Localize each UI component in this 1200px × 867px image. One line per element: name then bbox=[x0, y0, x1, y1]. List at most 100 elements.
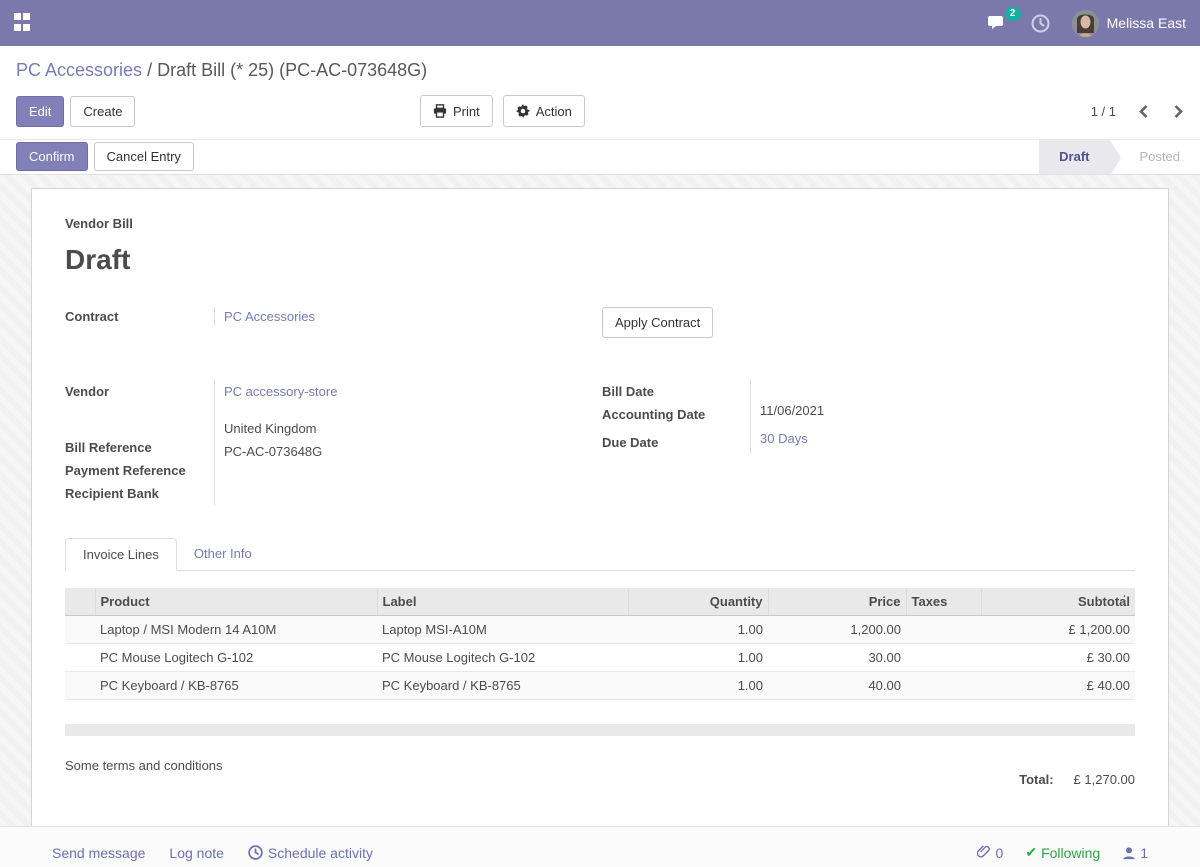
confirm-button[interactable]: Confirm bbox=[16, 142, 88, 171]
col-header-label[interactable]: Label bbox=[377, 588, 628, 616]
table-row[interactable]: PC Mouse Logitech G-102 PC Mouse Logitec… bbox=[65, 643, 1135, 671]
cell-label[interactable]: PC Mouse Logitech G-102 bbox=[377, 643, 628, 671]
breadcrumb-separator: / bbox=[147, 60, 152, 80]
attachment-count: 0 bbox=[996, 845, 1004, 861]
check-icon: ✔ bbox=[1025, 844, 1037, 861]
col-header-subtotal[interactable]: Subtotal ⋮ bbox=[981, 588, 1135, 616]
vendor-value-link[interactable]: PC accessory-store bbox=[224, 384, 337, 399]
document-state-title: Draft bbox=[65, 244, 1135, 276]
cell-price[interactable]: 30.00 bbox=[768, 643, 906, 671]
col-header-quantity[interactable]: Quantity bbox=[628, 588, 768, 616]
contract-value-link[interactable]: PC Accessories bbox=[224, 309, 315, 324]
pager-next-icon[interactable] bbox=[1173, 104, 1184, 119]
cell-taxes[interactable] bbox=[906, 643, 981, 671]
table-horizontal-scrollbar[interactable] bbox=[65, 724, 1135, 736]
schedule-clock-icon bbox=[248, 845, 263, 860]
attachments-button[interactable]: 0 bbox=[977, 845, 1004, 861]
col-header-taxes[interactable]: Taxes bbox=[906, 588, 981, 616]
pager-previous-icon[interactable] bbox=[1138, 104, 1149, 119]
user-menu[interactable]: Melissa East bbox=[1072, 10, 1186, 37]
followers-button[interactable]: 1 bbox=[1122, 845, 1148, 861]
paperclip-icon bbox=[977, 845, 992, 861]
control-panel: PC Accessories / Draft Bill (* 25) (PC-A… bbox=[0, 46, 1200, 139]
pager-counter: 1 / 1 bbox=[1091, 104, 1116, 119]
cell-label[interactable]: Laptop MSI-A10M bbox=[377, 615, 628, 643]
avatar bbox=[1072, 10, 1099, 37]
follower-person-icon bbox=[1122, 846, 1136, 860]
log-note-button[interactable]: Log note bbox=[169, 845, 224, 861]
accounting-date-label: Accounting Date bbox=[602, 403, 750, 426]
vendor-label: Vendor bbox=[65, 380, 214, 403]
cell-price[interactable]: 40.00 bbox=[768, 671, 906, 699]
due-date-label: Due Date bbox=[602, 431, 750, 454]
cell-quantity[interactable]: 1.00 bbox=[628, 671, 768, 699]
edit-button[interactable]: Edit bbox=[16, 96, 64, 127]
handle-column-header bbox=[65, 588, 95, 616]
cancel-entry-button[interactable]: Cancel Entry bbox=[94, 142, 194, 171]
following-toggle[interactable]: ✔ Following bbox=[1025, 844, 1100, 861]
cell-taxes[interactable] bbox=[906, 671, 981, 699]
apply-contract-button[interactable]: Apply Contract bbox=[602, 307, 713, 338]
breadcrumb-current: Draft Bill (* 25) (PC-AC-073648G) bbox=[157, 60, 427, 80]
cell-subtotal[interactable]: £ 30.00 bbox=[981, 643, 1135, 671]
cell-taxes[interactable] bbox=[906, 615, 981, 643]
contract-label: Contract bbox=[65, 307, 214, 326]
table-row[interactable]: Laptop / MSI Modern 14 A10M Laptop MSI-A… bbox=[65, 615, 1135, 643]
print-button[interactable]: Print bbox=[420, 95, 493, 127]
optional-columns-icon[interactable]: ⋮ bbox=[1118, 593, 1131, 609]
message-count-badge: 2 bbox=[1005, 7, 1021, 21]
statusbar: Confirm Cancel Entry Draft Posted bbox=[0, 139, 1200, 175]
cell-quantity[interactable]: 1.00 bbox=[628, 615, 768, 643]
payment-reference-value bbox=[224, 463, 602, 482]
bill-date-label: Bill Date bbox=[602, 380, 750, 403]
top-navbar: 2 Melissa East bbox=[0, 0, 1200, 46]
cell-product[interactable]: PC Keyboard / KB-8765 bbox=[95, 671, 377, 699]
document-type-label: Vendor Bill bbox=[65, 216, 1135, 231]
status-step-posted[interactable]: Posted bbox=[1110, 140, 1200, 174]
action-button[interactable]: Action bbox=[503, 95, 585, 127]
col-header-price[interactable]: Price bbox=[768, 588, 906, 616]
create-button[interactable]: Create bbox=[70, 96, 135, 127]
messages-icon[interactable]: 2 bbox=[987, 14, 1009, 32]
action-label: Action bbox=[536, 105, 572, 118]
cell-label[interactable]: PC Keyboard / KB-8765 bbox=[377, 671, 628, 699]
activities-clock-icon[interactable] bbox=[1031, 14, 1050, 33]
apps-menu-icon[interactable] bbox=[14, 13, 34, 33]
print-label: Print bbox=[453, 105, 480, 118]
chatter-toolbar: Send message Log note Schedule activity … bbox=[0, 826, 1200, 867]
total-label: Total: bbox=[1019, 772, 1053, 787]
table-row[interactable]: PC Keyboard / KB-8765 PC Keyboard / KB-8… bbox=[65, 671, 1135, 699]
accounting-date-value: 11/06/2021 bbox=[760, 399, 1135, 422]
breadcrumb-parent-link[interactable]: PC Accessories bbox=[16, 60, 142, 80]
cell-product[interactable]: Laptop / MSI Modern 14 A10M bbox=[95, 615, 377, 643]
tab-other-info[interactable]: Other Info bbox=[177, 538, 269, 570]
status-states: Draft Posted bbox=[1039, 140, 1200, 174]
tab-invoice-lines[interactable]: Invoice Lines bbox=[65, 538, 177, 571]
schedule-activity-button[interactable]: Schedule activity bbox=[248, 845, 373, 861]
total-value: £ 1,270.00 bbox=[1074, 772, 1135, 787]
vendor-country: United Kingdom bbox=[224, 417, 602, 440]
cell-product[interactable]: PC Mouse Logitech G-102 bbox=[95, 643, 377, 671]
due-date-value-link[interactable]: 30 Days bbox=[760, 431, 808, 446]
terms-and-conditions: Some terms and conditions bbox=[65, 758, 223, 787]
bill-date-value bbox=[760, 380, 1135, 399]
send-message-button[interactable]: Send message bbox=[52, 845, 145, 861]
bill-reference-label: Bill Reference bbox=[65, 436, 214, 459]
status-step-draft[interactable]: Draft bbox=[1039, 140, 1109, 174]
payment-reference-label: Payment Reference bbox=[65, 459, 214, 482]
notebook-tabs: Invoice Lines Other Info bbox=[65, 538, 1135, 571]
printer-icon bbox=[433, 104, 447, 118]
cell-quantity[interactable]: 1.00 bbox=[628, 643, 768, 671]
cell-subtotal[interactable]: £ 1,200.00 bbox=[981, 615, 1135, 643]
follower-count: 1 bbox=[1140, 845, 1148, 861]
invoice-lines-table: Product Label Quantity Price Taxes Subto… bbox=[65, 588, 1135, 700]
cell-price[interactable]: 1,200.00 bbox=[768, 615, 906, 643]
breadcrumb: PC Accessories / Draft Bill (* 25) (PC-A… bbox=[16, 60, 1184, 81]
cell-subtotal[interactable]: £ 40.00 bbox=[981, 671, 1135, 699]
user-name: Melissa East bbox=[1107, 15, 1186, 31]
form-view-background: Vendor Bill Draft Contract PC Accessorie… bbox=[0, 175, 1200, 826]
col-header-product[interactable]: Product bbox=[95, 588, 377, 616]
recipient-bank-label: Recipient Bank bbox=[65, 482, 214, 505]
bill-reference-value: PC-AC-073648G bbox=[224, 440, 602, 463]
table-header-row: Product Label Quantity Price Taxes Subto… bbox=[65, 588, 1135, 616]
